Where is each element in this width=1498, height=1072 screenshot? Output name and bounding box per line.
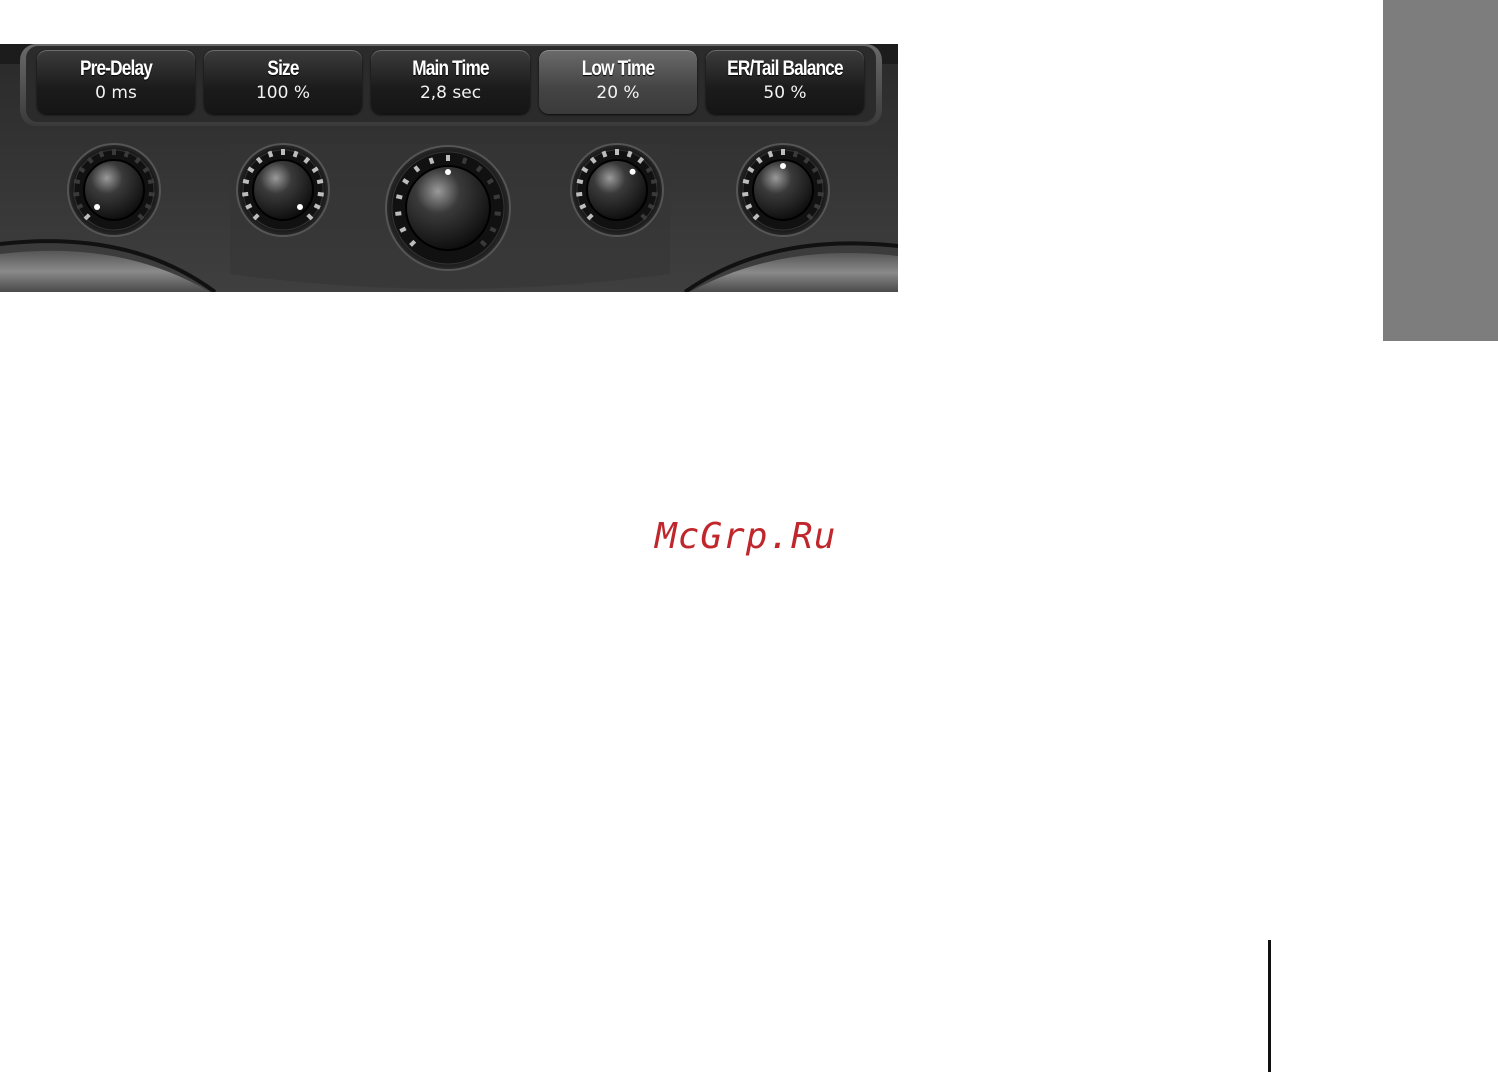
knob-led-tick: [742, 178, 750, 185]
knob-led-tick: [123, 150, 130, 158]
knob-led-tick: [142, 166, 150, 174]
knob-led-tick: [73, 191, 80, 197]
knob-cap: [83, 159, 145, 221]
knob-led-tick: [73, 178, 81, 185]
knob-row: [67, 143, 830, 271]
knob-led-tick: [626, 150, 633, 158]
knob-er-tail-balance[interactable]: [736, 143, 830, 237]
knob-led-tick: [242, 178, 250, 185]
knob-led-tick: [494, 211, 501, 216]
knob-led-tick: [316, 178, 324, 185]
watermark: McGrp.Ru: [655, 516, 837, 557]
knob-led-tick: [78, 166, 86, 174]
knob-main-time[interactable]: [385, 145, 511, 271]
knob-led-tick: [76, 203, 84, 210]
knob-cap: [586, 159, 648, 221]
knob-led-tick: [247, 166, 255, 174]
knob-led-tick: [148, 191, 155, 197]
knob-led-tick: [645, 166, 653, 174]
knob-led-tick: [650, 178, 658, 185]
knob-led-tick: [747, 166, 755, 174]
knob-led-tick: [742, 191, 749, 197]
knob-led-tick: [313, 203, 321, 210]
knob-led-tick: [317, 191, 324, 197]
knob-led-tick: [493, 194, 501, 200]
page-margin-rule: [1268, 940, 1271, 1072]
knob-led-tick: [811, 166, 819, 174]
knob-led-tick: [792, 150, 799, 158]
knob-led-tick: [395, 194, 403, 200]
knob-led-tick: [486, 178, 494, 185]
reverb-control-panel: Pre-Delay 0 ms Size 100 % Main Time 2,8 …: [0, 44, 898, 292]
knob-led-tick: [399, 226, 407, 233]
knob-led-tick: [579, 203, 587, 210]
knob-led-tick: [651, 191, 658, 197]
knob-led-tick: [428, 157, 435, 165]
knob-indicator-dot: [94, 203, 101, 210]
knob-pre-delay[interactable]: [67, 143, 161, 237]
knob-led-tick: [395, 211, 402, 216]
knob-led-tick: [601, 150, 608, 158]
side-tab: [1383, 0, 1498, 341]
knob-led-tick: [311, 166, 319, 174]
knob-led-tick: [402, 178, 410, 185]
knob-low-time[interactable]: [570, 143, 664, 237]
knob-led-tick: [461, 157, 468, 165]
knob-led-tick: [817, 191, 824, 197]
knob-led-tick: [489, 226, 497, 233]
knob-led-tick: [147, 178, 155, 185]
knob-indicator-dot: [629, 168, 636, 175]
knob-led-tick: [267, 150, 274, 158]
knob-led-tick: [242, 191, 249, 197]
knob-led-tick: [576, 178, 584, 185]
knob-led-tick: [647, 203, 655, 210]
knob-cap: [405, 165, 491, 251]
knob-led-tick: [581, 166, 589, 174]
knob-led-tick: [576, 191, 583, 197]
knob-indicator-dot: [296, 203, 303, 210]
knob-led-tick: [816, 178, 824, 185]
knob-led-tick: [745, 203, 753, 210]
knob-led-tick: [813, 203, 821, 210]
knob-indicator-dot: [445, 169, 451, 175]
knob-led-tick: [245, 203, 253, 210]
knob-size[interactable]: [236, 143, 330, 237]
knob-led-tick: [292, 150, 299, 158]
knob-cap: [252, 159, 314, 221]
knob-led-tick: [98, 150, 105, 158]
knob-led-tick: [144, 203, 152, 210]
knob-indicator-dot: [780, 163, 786, 169]
knob-led-tick: [767, 150, 774, 158]
